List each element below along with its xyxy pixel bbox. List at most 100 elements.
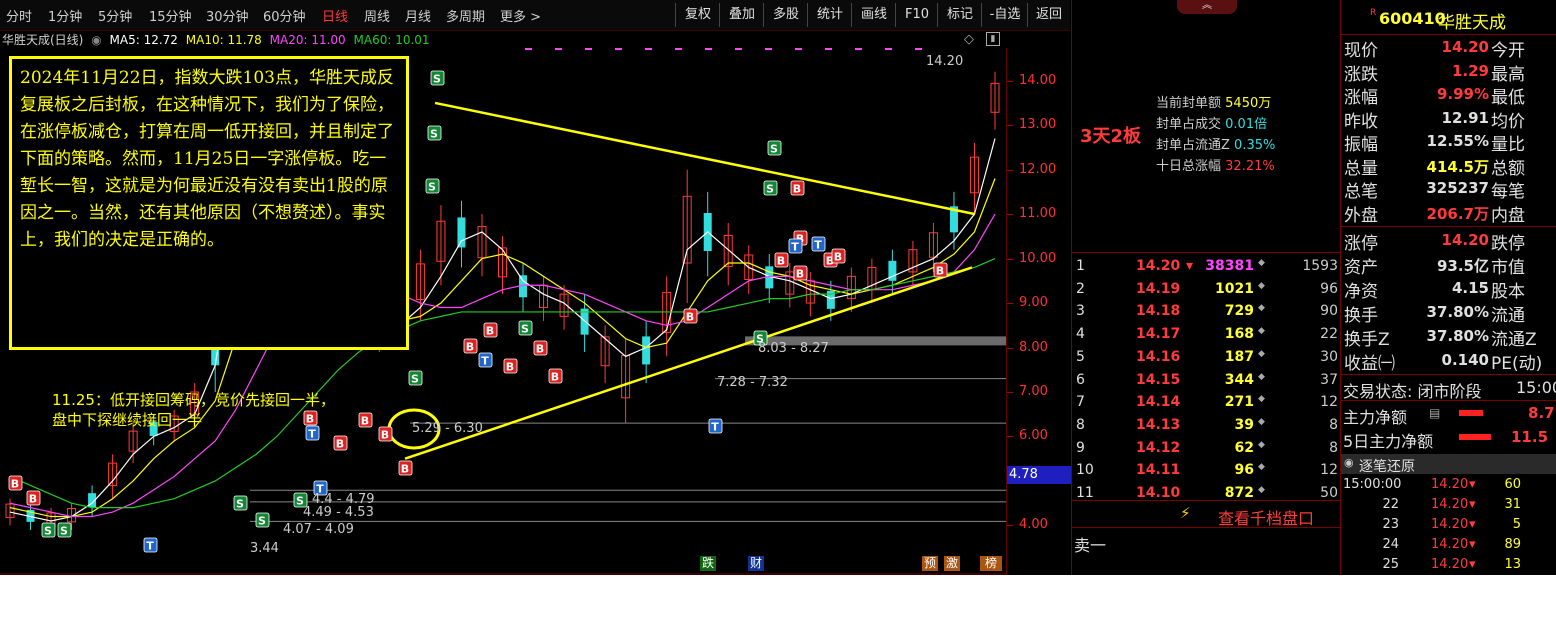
range-label-6: 4.07 - 4.09 — [283, 522, 354, 537]
y-tick-label: 7.00 — [1019, 384, 1048, 399]
top-marker — [915, 48, 922, 50]
period-tab-60min[interactable]: 60分钟 — [263, 6, 306, 25]
level-count: 8 — [1329, 439, 1338, 456]
f10-button[interactable]: F10 — [895, 3, 938, 27]
quote-label: 换手 — [1344, 306, 1378, 326]
tick-row: 15:00:00 14.20 ▾ 60 — [1341, 476, 1556, 496]
multi-stock-button[interactable]: 多股 — [763, 3, 808, 27]
buy-level-row[interactable]: 10 14.11 96 ◆ 12 — [1072, 460, 1340, 482]
low-price-label: 3.44 — [250, 541, 279, 556]
back-button[interactable]: 返回 — [1027, 3, 1070, 27]
buy-level-row[interactable]: 8 14.13 39 ◆ 8 — [1072, 415, 1340, 437]
quote-label: 涨跌 — [1344, 64, 1378, 85]
signal-letter: B — [777, 255, 785, 268]
level-price: 14.12 — [1136, 439, 1181, 456]
level-price: 14.18 — [1136, 303, 1181, 320]
quote-label: 振幅 — [1344, 135, 1378, 155]
overlay-button[interactable]: 叠加 — [719, 3, 764, 27]
diamond-icon: ◆ — [1258, 462, 1265, 473]
strategy-line-1: 11.25：低开接回筹码，竞价先接回一半， — [52, 391, 335, 409]
marker-finance[interactable]: 财 — [748, 556, 764, 571]
depth-link[interactable]: 查看千档盘口 — [1218, 505, 1314, 529]
buy-level-row[interactable]: 4 14.17 168 ◆ 22 — [1072, 324, 1340, 346]
tick-price: 14.20 — [1431, 537, 1469, 552]
stock-terminal: 分时 1分钟 5分钟 15分钟 30分钟 60分钟 日线 周线 月线 多周期 更… — [0, 0, 1556, 575]
tick-time: 24 — [1382, 537, 1399, 552]
marker-list[interactable]: 榜 — [980, 556, 1002, 571]
level-number: 5 — [1076, 348, 1085, 365]
main-net5-label: 5日主力净额 — [1343, 432, 1434, 451]
settings-circle-icon[interactable]: ◉ — [91, 33, 101, 47]
signal-letter: S — [430, 128, 438, 141]
level-count: 90 — [1320, 303, 1338, 320]
diamond-icon: ◆ — [1258, 394, 1265, 405]
quote-value: 206.7万 — [1426, 204, 1489, 223]
add-watchlist-button[interactable]: -自选 — [981, 3, 1028, 27]
statistics-button[interactable]: 统计 — [807, 3, 852, 27]
buy-level-row[interactable]: 9 14.12 62 ◆ 8 — [1072, 438, 1340, 460]
candle-body — [642, 336, 651, 365]
buy-level-row[interactable]: 5 14.16 187 ◆ 30 — [1072, 347, 1340, 369]
tick-row: 22 14.20 ▾ 31 — [1341, 496, 1556, 516]
draw-line-button[interactable]: 画线 — [851, 3, 896, 27]
period-tab-weekly[interactable]: 周线 — [364, 6, 390, 25]
quote-label-right: 市值 — [1491, 258, 1525, 278]
marker-incentive[interactable]: 激 — [944, 556, 960, 571]
diamond-icon: ◆ — [1258, 485, 1265, 495]
mark-button[interactable]: 标记 — [937, 3, 982, 27]
period-tab-multi[interactable]: 多周期 — [446, 6, 485, 25]
signal-letter: T — [814, 239, 822, 252]
annotation-text: 2024年11月22日，指数大跌103点，华胜天成反复展板之后封板，在这种情况下… — [20, 68, 394, 250]
period-tab-15min[interactable]: 15分钟 — [149, 6, 192, 25]
marker-fall[interactable]: 跌 — [700, 556, 716, 571]
current-price-box: 4.78 — [1007, 466, 1072, 484]
range-label-5: 4.49 - 4.53 — [303, 505, 374, 520]
sell-one-label: 卖一 — [1074, 536, 1107, 555]
stat-label-1: 当前封单额 — [1156, 96, 1222, 111]
collapse-up-icon[interactable]: ︽ — [1177, 0, 1237, 14]
signal-letter: T — [146, 540, 154, 553]
buy-level-row[interactable]: 2 14.19 1021 ◆ 96 — [1072, 279, 1340, 301]
y-tick-label: 13.00 — [1019, 117, 1057, 133]
marker-forecast[interactable]: 预 — [922, 556, 938, 571]
period-tab-30min[interactable]: 30分钟 — [206, 6, 249, 25]
quote-label: 换手Z — [1344, 330, 1390, 350]
level-volume: 39 — [1234, 416, 1254, 433]
buy-level-row[interactable]: 11 14.10 872 ◆ 50 — [1072, 483, 1340, 505]
down-arrow-icon: ▾ — [1469, 537, 1476, 552]
y-tick-label: 10.00 — [1019, 250, 1057, 266]
top-marker — [885, 48, 892, 50]
stat-value-4: 32.21% — [1225, 159, 1275, 174]
high-price-label: 14.20 — [926, 54, 964, 69]
restore-rights-button[interactable]: 复权 — [675, 3, 720, 27]
quote-value: 414.5万 — [1426, 157, 1489, 176]
level-count: 37 — [1320, 371, 1338, 388]
collapse-icon[interactable]: ◉ — [1344, 456, 1354, 469]
main-net5-value: 11.5 — [1511, 428, 1549, 446]
buy-level-row[interactable]: 1 14.20 ▾ 38381 ◆ 1593 — [1072, 256, 1340, 278]
period-tab-5min[interactable]: 5分钟 — [98, 6, 132, 25]
divider — [1341, 226, 1556, 227]
buy-level-row[interactable]: 3 14.18 729 ◆ 90 — [1072, 301, 1340, 323]
period-tab-daily[interactable]: 日线 — [322, 6, 348, 25]
quote-value: 9.99% — [1436, 85, 1489, 103]
y-tick-label: 4.00 — [1019, 517, 1048, 533]
diamond-icon[interactable]: ◇ — [964, 32, 974, 47]
tick-volume: 60 — [1504, 477, 1521, 492]
list-icon[interactable]: ▤ — [1429, 406, 1440, 420]
tick-volume: 5 — [1512, 517, 1521, 532]
stock-name: 华胜天成 — [1438, 13, 1506, 33]
window-toggle-icon[interactable]: ▮ — [986, 32, 1000, 46]
period-tab-1min[interactable]: 1分钟 — [48, 6, 82, 25]
y-tick — [1007, 258, 1013, 260]
buy-level-row[interactable]: 6 14.15 344 ◆ 37 — [1072, 370, 1340, 392]
divider — [1072, 252, 1340, 253]
price-axis: 4.005.006.007.008.009.0010.0011.0012.001… — [1006, 48, 1071, 575]
period-tab-more[interactable]: 更多 > — [500, 6, 541, 25]
tick-header[interactable]: ◉ 逐笔还原 — [1341, 454, 1556, 475]
level-count: 50 — [1320, 485, 1338, 501]
buy-level-row[interactable]: 7 14.14 271 ◆ 12 — [1072, 392, 1340, 414]
period-tab-intraday[interactable]: 分时 — [6, 6, 32, 25]
period-tab-monthly[interactable]: 月线 — [405, 6, 431, 25]
down-arrow-icon: ▾ — [1469, 517, 1476, 532]
